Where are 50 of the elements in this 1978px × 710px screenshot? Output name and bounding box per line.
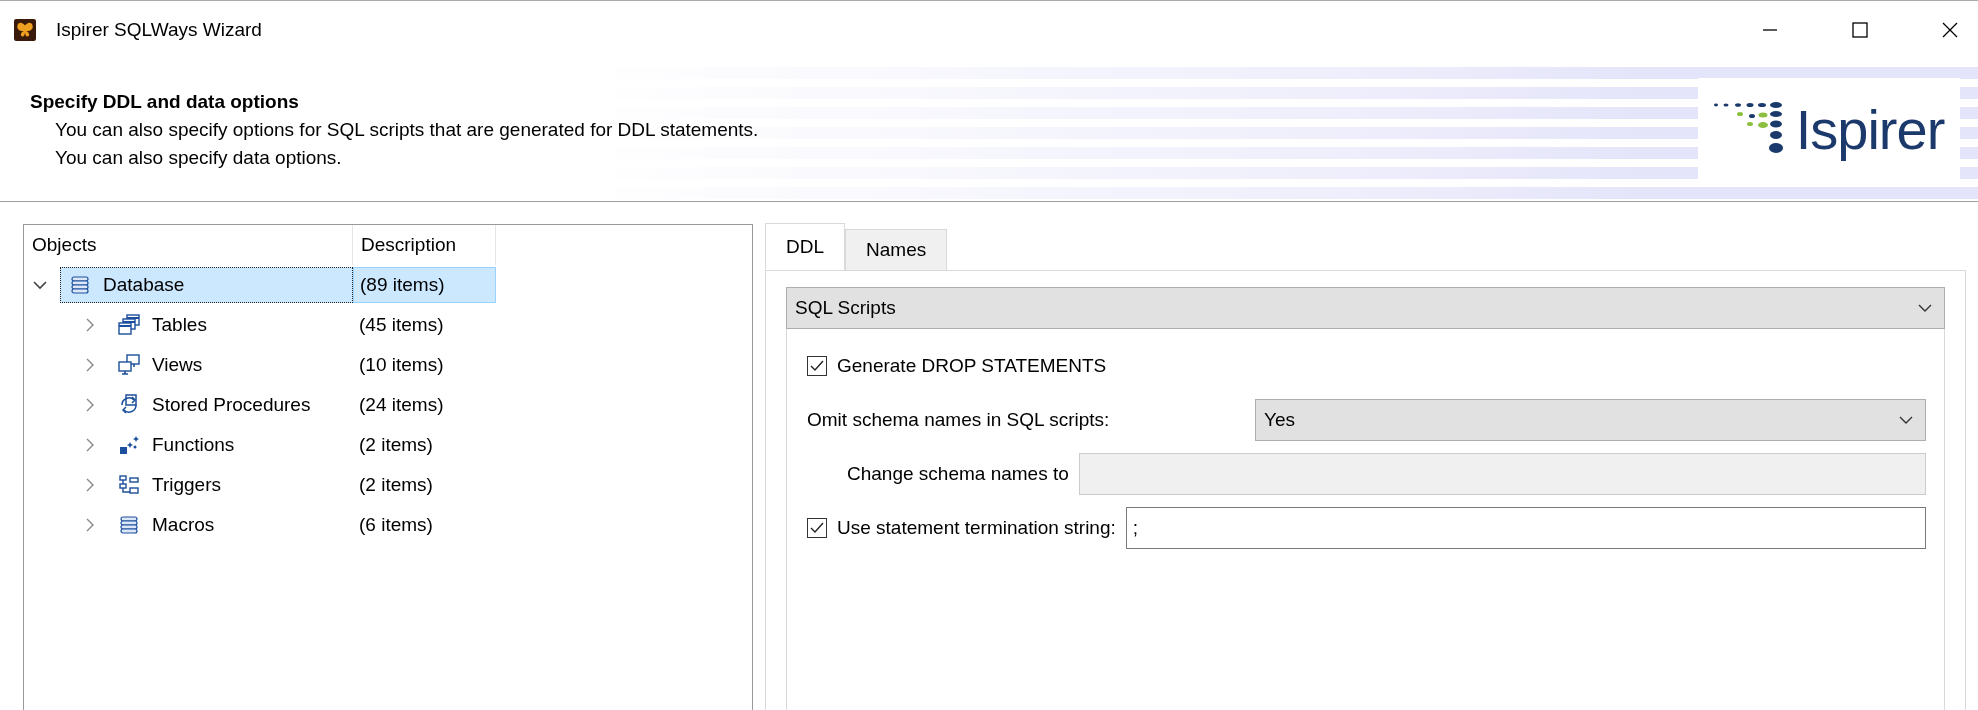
tree-row[interactable]: Tables (45 items) [24,305,752,345]
tree-row[interactable]: Triggers (2 items) [24,465,752,505]
tree-item-label: Views [152,354,203,376]
tree-row[interactable]: Stored Procedures (24 items) [24,385,752,425]
tree-row[interactable]: Database (89 items) [24,265,752,305]
item-count: (45 items) [358,313,445,337]
close-icon[interactable] [1942,22,1958,38]
input-field[interactable]: ; [1125,507,1926,549]
column-header[interactable]: Objects [24,225,353,265]
column-header[interactable]: Description [353,225,496,265]
tree-item-label: Triggers [152,474,221,496]
item-count: (10 items) [358,353,445,377]
checkbox[interactable] [807,356,827,376]
item-count: (6 items) [358,513,434,537]
item-count: (24 items) [358,393,445,417]
tab[interactable]: DDL [765,223,845,270]
tree-item-label: Macros [152,514,215,536]
monitors-icon [118,354,140,376]
item-count: (2 items) [358,433,434,457]
checkbox[interactable] [807,518,827,538]
schema-dropdown[interactable]: Yes [1255,399,1926,441]
caret-icon [1918,303,1932,313]
window-title: Ispirer SQLWays Wizard [56,19,262,41]
tree-row[interactable]: Views (10 items) [24,345,752,385]
tree-item-label: Functions [152,434,235,456]
description-text: You can also specify data options. [54,147,343,169]
database-icon [69,275,91,295]
cycle-arrows-icon [118,394,140,416]
tree-row[interactable]: Macros (6 items) [24,505,752,545]
tree-item-label: Stored Procedures [152,394,311,416]
sparkle-icon [118,434,140,456]
maximize-icon[interactable] [1852,22,1868,38]
database-icon [118,515,140,535]
stacked-windows-icon [118,314,140,336]
tree-item-label: Tables [152,314,207,336]
checkbox-label: Use statement termination string: [837,517,1116,539]
description-text: You can also specify options for SQL scripts that are generated for DDL statements. [54,119,759,141]
page-heading: Specify DDL and data options [30,91,300,113]
item-count: (89 items) [353,267,496,303]
tree-item-label: Database [103,274,185,296]
item-count: (2 items) [358,473,434,497]
butterfly-icon [14,19,36,41]
option-label: Omit schema names in SQL scripts: [807,409,1111,431]
option-label: Change schema names to [847,463,1069,485]
checkbox-label: Generate DROP STATEMENTS [837,355,1107,377]
tree-row[interactable]: Functions (2 items) [24,425,752,465]
caret-icon [1899,415,1913,425]
list-blocks-icon [118,474,140,496]
section-dropdown[interactable]: SQL Scripts [786,287,1945,329]
tab[interactable]: Names [845,229,948,270]
